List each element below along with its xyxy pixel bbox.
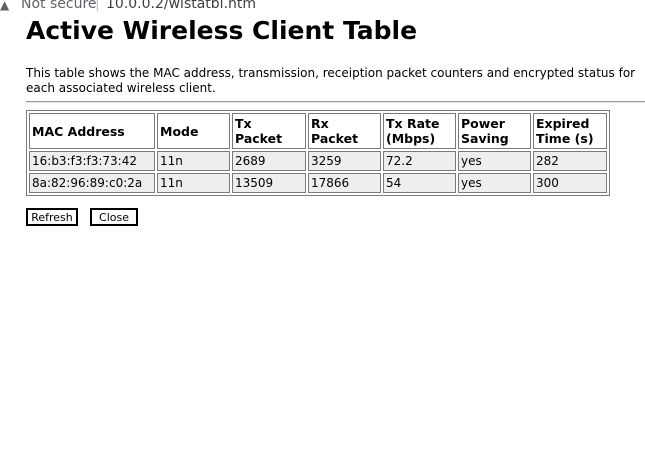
cell-power-saving: yes bbox=[458, 173, 531, 193]
table-row: 8a:82:96:89:c0:2a 11n 13509 17866 54 yes… bbox=[29, 173, 607, 193]
cell-mac-address: 16:b3:f3:f3:73:42 bbox=[29, 151, 155, 171]
cell-tx-rate: 54 bbox=[383, 173, 456, 193]
address-separator: | bbox=[95, 0, 100, 12]
close-button[interactable]: Close bbox=[90, 208, 138, 226]
page-description: This table shows the MAC address, transm… bbox=[26, 66, 636, 95]
column-header-tx-rate: Tx Rate (Mbps) bbox=[383, 113, 456, 149]
column-header-mac-address: MAC Address bbox=[29, 113, 155, 149]
refresh-button[interactable]: Refresh bbox=[26, 208, 78, 226]
cell-mac-address: 8a:82:96:89:c0:2a bbox=[29, 173, 155, 193]
security-status-label[interactable]: Not secure bbox=[21, 0, 97, 11]
url-text[interactable]: 10.0.0.2/wlstatbl.htm bbox=[106, 0, 256, 11]
cell-rx-packet: 17866 bbox=[308, 173, 381, 193]
column-header-expired-time: Expired Time (s) bbox=[533, 113, 607, 149]
cell-mode: 11n bbox=[157, 173, 230, 193]
cell-rx-packet: 3259 bbox=[308, 151, 381, 171]
cell-expired-time: 282 bbox=[533, 151, 607, 171]
column-header-power-saving: Power Saving bbox=[458, 113, 531, 149]
address-bar[interactable]: ▲ Not secure | 10.0.0.2/wlstatbl.htm bbox=[0, 0, 645, 14]
cell-tx-packet: 13509 bbox=[232, 173, 306, 193]
page-title: Active Wireless Client Table bbox=[26, 16, 418, 45]
table-header-row: MAC Address Mode Tx Packet Rx Packet Tx … bbox=[29, 113, 607, 149]
table-row: 16:b3:f3:f3:73:42 11n 2689 3259 72.2 yes… bbox=[29, 151, 607, 171]
cell-power-saving: yes bbox=[458, 151, 531, 171]
cell-tx-rate: 72.2 bbox=[383, 151, 456, 171]
cell-expired-time: 300 bbox=[533, 173, 607, 193]
cell-mode: 11n bbox=[157, 151, 230, 171]
horizontal-divider bbox=[26, 101, 645, 103]
warning-triangle-icon: ▲ bbox=[0, 0, 10, 12]
wireless-client-table: MAC Address Mode Tx Packet Rx Packet Tx … bbox=[26, 110, 610, 196]
column-header-rx-packet: Rx Packet bbox=[308, 113, 381, 149]
cell-tx-packet: 2689 bbox=[232, 151, 306, 171]
column-header-mode: Mode bbox=[157, 113, 230, 149]
column-header-tx-packet: Tx Packet bbox=[232, 113, 306, 149]
